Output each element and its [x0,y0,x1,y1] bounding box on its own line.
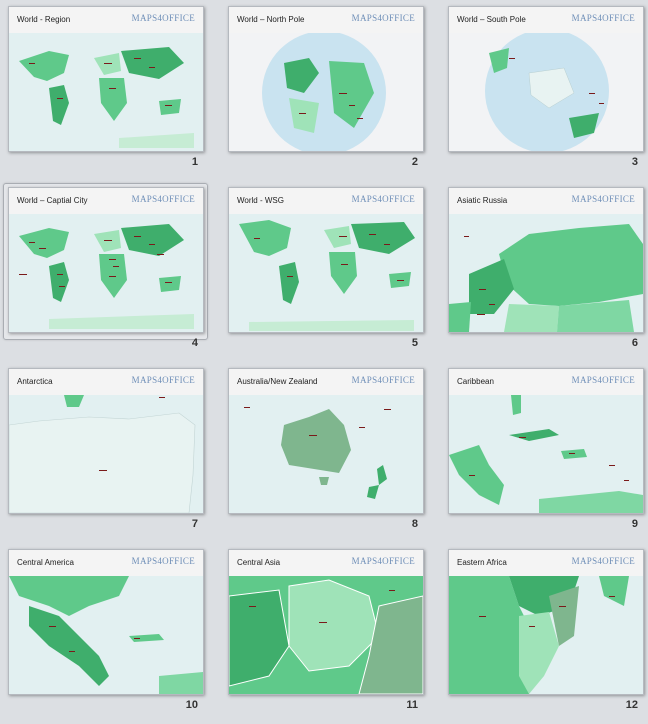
slide-thumbnail-11[interactable]: Central Asia MAPS4OFFICE 11 [220,543,436,724]
slide-2[interactable]: World – North Pole MAPS4OFFICE [228,6,424,152]
maps4office-logo: MAPS4OFFICE [351,556,415,566]
caribbean-graphic [449,395,643,513]
slide-11[interactable]: Central Asia MAPS4OFFICE [228,549,424,695]
slide-thumbnail-7[interactable]: Antarctica MAPS4OFFICE 7 [0,362,216,543]
slide-9[interactable]: Caribbean MAPS4OFFICE [448,368,644,514]
central-america-map: hcco [9,576,203,694]
south-pole-graphic [485,33,609,151]
slide-title: Asiatic Russia [457,196,508,205]
world-wsg-graphic [239,220,415,331]
world-map-graphic [19,47,194,148]
world-region-map [9,33,203,151]
slide-title: World - WSG [237,196,284,205]
slide-thumbnail-12[interactable]: Eastern Africa MAPS4OFFICE 12 [440,543,648,724]
slide-3[interactable]: World – South Pole MAPS4OFFICE [448,6,644,152]
slide-thumbnail-6[interactable]: Asiatic Russia MAPS4OFFICE 6 [440,181,648,362]
slide-number: 4 [191,337,198,349]
asiatic-russia-map [449,214,643,332]
north-pole-graphic [262,33,386,151]
russia-graphic [449,224,643,332]
slide-5[interactable]: World - WSG MAPS4OFFICE [228,187,424,333]
maps4office-logo: MAPS4OFFICE [351,375,415,385]
slide-number: 9 [631,518,638,530]
slide-title: World – South Pole [457,15,526,24]
antarctica-graphic [9,395,203,513]
slide-title: World – Captial City [17,196,88,205]
slide-thumbnail-1[interactable]: World - Region MAPS4OFFICE 1 [0,0,216,181]
maps4office-logo: MAPS4OFFICE [131,375,195,385]
maps4office-logo: MAPS4OFFICE [571,375,635,385]
slide-title: Caribbean [457,377,494,386]
slide-4[interactable]: World – Captial City MAPS4OFFICE [8,187,204,333]
south-pole-map [449,33,643,151]
slide-6[interactable]: Asiatic Russia MAPS4OFFICE [448,187,644,333]
slide-number: 3 [631,156,638,168]
maps4office-logo: MAPS4OFFICE [351,194,415,204]
caribbean-map [449,395,643,513]
central-asia-graphic [229,576,423,694]
slide-title: Central Asia [237,558,281,567]
north-pole-map [229,33,423,151]
slide-8[interactable]: Australia/New Zealand MAPS4OFFICE [228,368,424,514]
slide-number: 1 [191,156,198,168]
slide-12[interactable]: Eastern Africa MAPS4OFFICE [448,549,644,695]
slide-title: Central America [17,558,74,567]
wsg-map [229,214,423,332]
slide-title: World - Region [17,15,71,24]
slide-thumbnail-4[interactable]: World – Captial City MAPS4OFFICE 4 [0,181,216,362]
australia-graphic [244,407,391,499]
maps4office-logo: MAPS4OFFICE [131,556,195,566]
eastern-africa-map [449,576,643,694]
slide-thumbnail-2[interactable]: World – North Pole MAPS4OFFICE 2 [220,0,436,181]
capital-city-map [9,214,203,332]
slide-number: 11 [406,699,418,711]
slide-number: 10 [185,699,198,711]
central-asia-map [229,576,423,694]
slide-7[interactable]: Antarctica MAPS4OFFICE [8,368,204,514]
world-capitals-graphic [19,224,194,329]
maps4office-logo: MAPS4OFFICE [571,13,635,23]
central-america-graphic [9,576,203,694]
slide-number: 5 [411,337,418,349]
australia-nz-map [229,395,423,513]
maps4office-logo: MAPS4OFFICE [131,194,195,204]
slide-title: Australia/New Zealand [237,377,318,386]
slide-number: 12 [625,699,638,711]
slide-thumbnail-9[interactable]: Caribbean MAPS4OFFICE 9 [440,362,648,543]
eastern-africa-graphic [449,576,629,694]
slide-number: 6 [631,337,638,349]
slide-1[interactable]: World - Region MAPS4OFFICE [8,6,204,152]
slide-number: 2 [411,156,418,168]
slide-title: Eastern Africa [457,558,507,567]
slide-thumbnail-10[interactable]: Central America MAPS4OFFICE hcco 10 [0,543,216,724]
slide-thumbnail-8[interactable]: Australia/New Zealand MAPS4OFFICE 8 [220,362,436,543]
maps4office-logo: MAPS4OFFICE [571,556,635,566]
slide-number: 8 [411,518,418,530]
antarctica-map [9,395,203,513]
slide-thumbnail-3[interactable]: World – South Pole MAPS4OFFICE 3 [440,0,648,181]
slide-thumbnail-5[interactable]: World - WSG MAPS4OFFICE 5 [220,181,436,362]
slide-sorter-grid: World - Region MAPS4OFFICE 1 World – Nor… [0,0,648,723]
slide-10[interactable]: Central America MAPS4OFFICE hcco [8,549,204,695]
maps4office-logo: MAPS4OFFICE [571,194,635,204]
slide-number: 7 [191,518,198,530]
slide-title: World – North Pole [237,15,305,24]
slide-title: Antarctica [17,377,53,386]
maps4office-logo: MAPS4OFFICE [351,13,415,23]
maps4office-logo: MAPS4OFFICE [131,13,195,23]
